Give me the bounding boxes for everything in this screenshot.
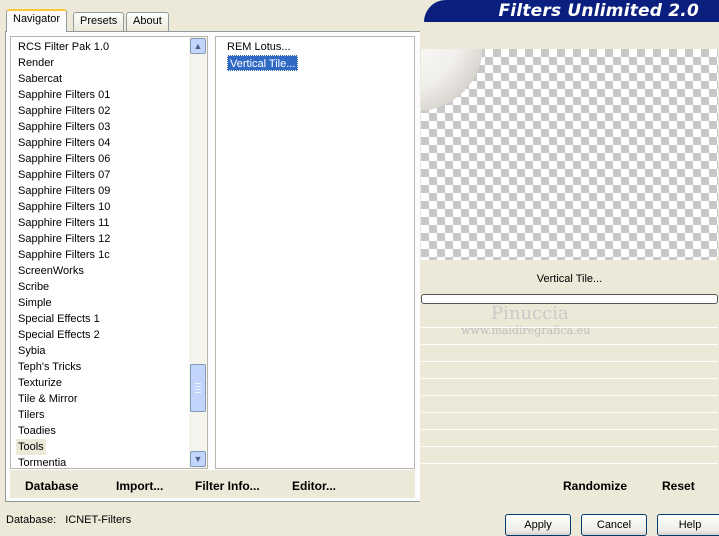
- cancel-button[interactable]: Cancel: [581, 514, 647, 536]
- list-item[interactable]: Texturize: [18, 375, 62, 391]
- list-item[interactable]: RCS Filter Pak 1.0: [18, 39, 109, 55]
- list-item[interactable]: Sybia: [18, 343, 46, 359]
- list-item[interactable]: Sabercat: [18, 71, 62, 87]
- list-item[interactable]: Tormentia: [18, 455, 66, 468]
- list-item[interactable]: Sapphire Filters 11: [18, 215, 110, 231]
- list-item[interactable]: Teph's Tricks: [18, 359, 81, 375]
- reset-button[interactable]: Reset: [662, 479, 695, 493]
- list-item[interactable]: Sapphire Filters 12: [18, 231, 110, 247]
- list-item[interactable]: Special Effects 1: [18, 311, 100, 327]
- filter-info-button[interactable]: Filter Info...: [195, 479, 260, 493]
- status-database: Database: ICNET-Filters: [6, 514, 131, 526]
- tab-about[interactable]: About: [126, 12, 169, 31]
- watermark-site: www.maidiregrafica.eu: [461, 324, 591, 337]
- list-item[interactable]: Render: [18, 55, 54, 71]
- list-item[interactable]: Toadies: [18, 423, 56, 439]
- scrollbar-thumb[interactable]: [190, 364, 206, 412]
- list-item[interactable]: Tilers: [18, 407, 44, 423]
- app-title: Filters Unlimited 2.0: [498, 1, 699, 21]
- list-item[interactable]: Sapphire Filters 04: [18, 135, 110, 151]
- watermark-name: Pinuccia: [491, 303, 569, 324]
- scroll-down-icon[interactable]: ▼: [190, 451, 206, 467]
- tab-navigator[interactable]: Navigator: [6, 9, 68, 32]
- list-item[interactable]: Sapphire Filters 1c: [18, 247, 110, 263]
- list-item[interactable]: Simple: [18, 295, 52, 311]
- database-button[interactable]: Database: [25, 479, 78, 493]
- list-item[interactable]: Sapphire Filters 10: [18, 199, 110, 215]
- list-item-selected[interactable]: Vertical Tile...: [227, 55, 299, 71]
- filter-preview: [421, 49, 718, 260]
- filter-list[interactable]: REM Lotus... Vertical Tile...: [215, 36, 415, 469]
- category-list[interactable]: RCS Filter Pak 1.0 Render Sabercat Sapphire…: [10, 36, 208, 469]
- list-item[interactable]: Tile & Mirror: [18, 391, 77, 407]
- randomize-button[interactable]: Randomize: [563, 479, 627, 493]
- list-item[interactable]: ScreenWorks: [18, 263, 84, 279]
- list-item[interactable]: Special Effects 2: [18, 327, 100, 343]
- list-item[interactable]: Sapphire Filters 03: [18, 119, 110, 135]
- title-banner: Filters Unlimited 2.0: [424, 0, 719, 22]
- tab-presets[interactable]: Presets: [73, 12, 125, 31]
- list-item[interactable]: Sapphire Filters 01: [18, 87, 110, 103]
- progress-bar: [421, 294, 718, 304]
- list-item[interactable]: Sapphire Filters 07: [18, 167, 110, 183]
- list-item[interactable]: Sapphire Filters 09: [18, 183, 110, 199]
- editor-button[interactable]: Editor...: [292, 479, 336, 493]
- apply-button[interactable]: Apply: [505, 514, 571, 536]
- list-item[interactable]: Scribe: [18, 279, 49, 295]
- list-item[interactable]: Sapphire Filters 06: [18, 151, 110, 167]
- list-item[interactable]: REM Lotus...: [227, 39, 291, 55]
- filter-name-label: Vertical Tile...: [536, 273, 603, 285]
- category-scrollbar[interactable]: ▲ ▼: [189, 37, 207, 468]
- import-button[interactable]: Import...: [116, 479, 163, 493]
- preview-image: [421, 49, 483, 111]
- status-database-label: Database:: [6, 514, 57, 526]
- list-item[interactable]: Sapphire Filters 02: [18, 103, 110, 119]
- scroll-up-icon[interactable]: ▲: [190, 38, 206, 54]
- status-database-value: ICNET-Filters: [65, 514, 132, 526]
- help-button[interactable]: Help: [657, 514, 719, 536]
- list-item-selected[interactable]: Tools: [16, 439, 46, 455]
